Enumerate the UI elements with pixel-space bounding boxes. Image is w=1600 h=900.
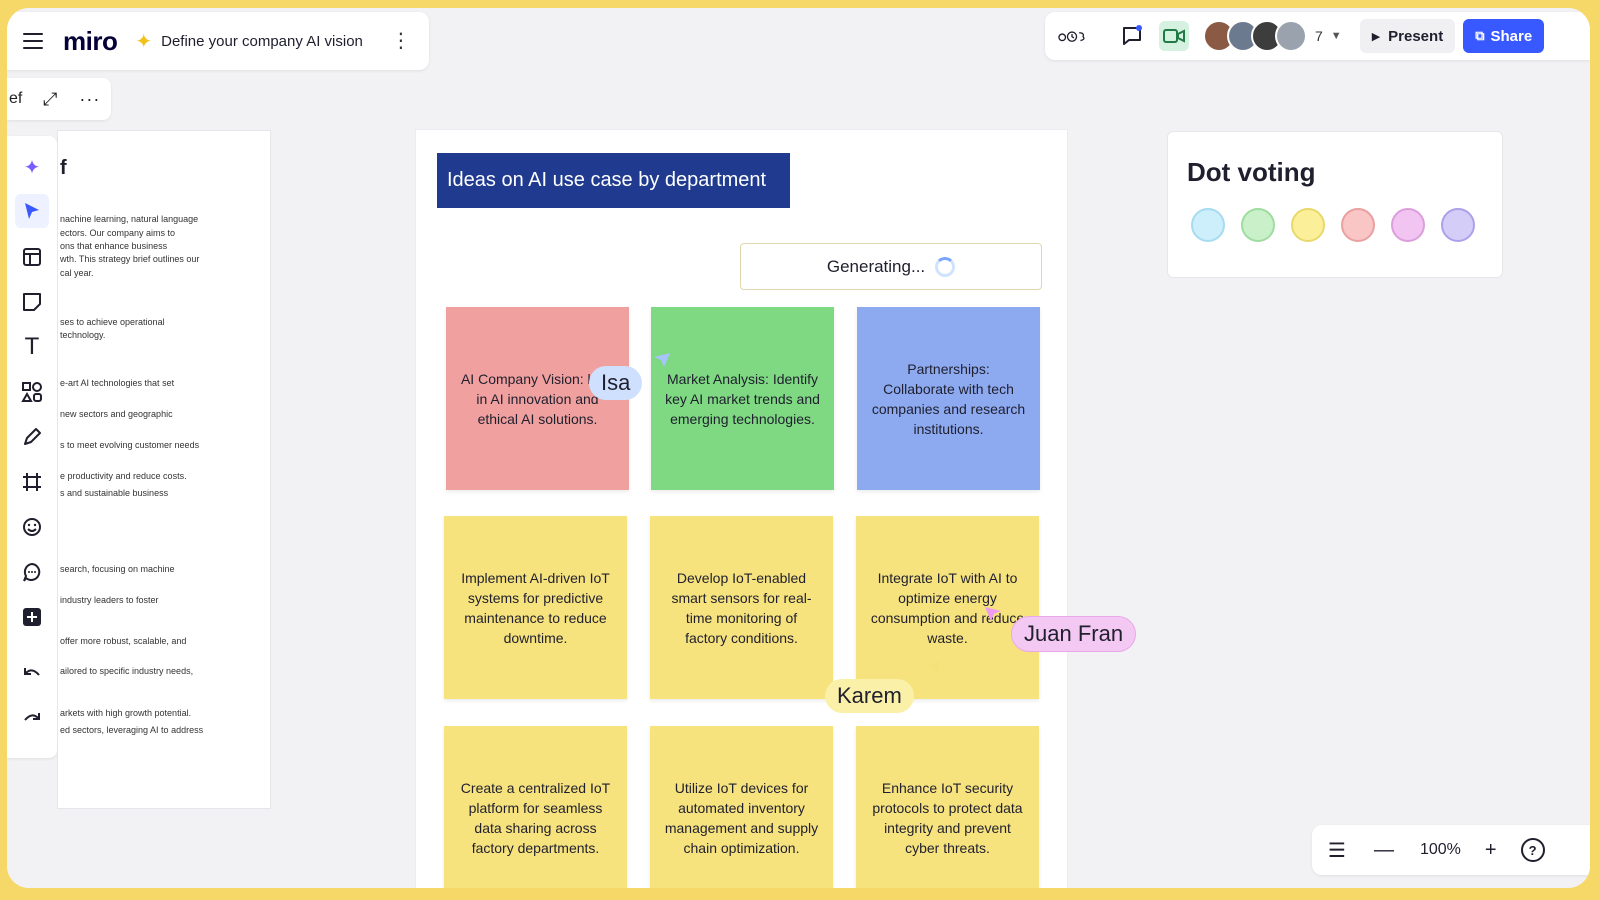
loading-spinner-icon xyxy=(935,256,956,277)
sticky-note[interactable]: Market Analysis: Identify key AI market … xyxy=(651,307,834,490)
sticky-note[interactable]: Partnerships: Collaborate with tech comp… xyxy=(857,307,1040,490)
cursor-label-juan-fran: Juan Fran xyxy=(1011,616,1137,652)
vote-dot[interactable] xyxy=(1341,208,1375,242)
cursor-arrow-icon xyxy=(654,353,670,367)
cursor-arrow-icon xyxy=(927,661,941,673)
doc-line: technology. xyxy=(60,330,106,340)
doc-line: offer more robust, scalable, and xyxy=(60,636,187,646)
list-view-icon[interactable]: ☰ xyxy=(1328,838,1346,863)
present-label: Present xyxy=(1388,27,1444,45)
cursor-label-karem: Karem xyxy=(825,679,914,713)
doc-line: arkets with high growth potential. xyxy=(60,708,192,718)
app-window: miro ✦ Define your company AI vision ⋮ e… xyxy=(7,8,1590,888)
board-canvas[interactable]: miro ✦ Define your company AI vision ⋮ e… xyxy=(7,8,1590,888)
share-icon: ⧉ xyxy=(1475,28,1485,43)
zoom-in-icon[interactable]: + xyxy=(1485,839,1497,862)
voting-dots xyxy=(1191,208,1491,242)
emoji-sticker-icon[interactable] xyxy=(15,510,49,544)
dot-voting-title: Dot voting xyxy=(1187,157,1316,187)
doc-line: cal year. xyxy=(60,268,94,278)
doc-title-fragment: ef xyxy=(9,90,23,107)
sticky-note[interactable]: Integrate IoT with AI to optimize energy… xyxy=(856,516,1039,699)
play-icon: ▶ xyxy=(1371,30,1381,43)
doc-line: ailored to specific industry needs, xyxy=(60,666,194,676)
shapes-icon[interactable] xyxy=(15,375,49,409)
app-logo: miro xyxy=(63,25,118,56)
frame-title[interactable]: Ideas on AI use case by department xyxy=(437,153,790,208)
doc-line: ons that enhance business xyxy=(60,241,168,251)
zoom-out-icon[interactable]: — xyxy=(1374,839,1394,862)
collaboration-bar: 7 ▼ ▶ Present ⧉ Share xyxy=(1045,12,1590,60)
doc-line: new sectors and geographic xyxy=(60,409,173,419)
pen-icon[interactable] xyxy=(15,420,49,454)
undo-icon[interactable] xyxy=(15,657,49,691)
select-cursor-icon[interactable] xyxy=(15,194,49,228)
doc-heading: f xyxy=(60,157,67,179)
doc-line: s and sustainable business xyxy=(60,488,169,498)
vote-dot[interactable] xyxy=(1291,208,1325,242)
doc-line: ectors. Our company aims to xyxy=(60,228,176,238)
creation-toolbar: ✦ T xyxy=(7,136,57,758)
share-label: Share xyxy=(1490,27,1533,45)
sticky-note[interactable]: Create a centralized IoT platform for se… xyxy=(444,726,627,888)
sticky-note[interactable]: Utilize IoT devices for automated invent… xyxy=(650,726,833,888)
add-more-tools-icon[interactable] xyxy=(15,600,49,634)
sparkle-icon: ✦ xyxy=(135,30,153,53)
share-button[interactable]: ⧉ Share xyxy=(1463,19,1545,53)
expand-icon[interactable]: ⤢ xyxy=(43,89,57,110)
more-options-icon[interactable]: ⋮ xyxy=(391,31,411,51)
redo-icon[interactable] xyxy=(15,702,49,736)
vote-dot[interactable] xyxy=(1191,208,1225,242)
generating-status: Generating... xyxy=(740,243,1042,290)
sticky-note[interactable]: Enhance IoT security protocols to protec… xyxy=(856,726,1039,888)
doc-mini-toolbar: ef ⤢ ··· xyxy=(7,78,111,120)
board-header: miro ✦ Define your company AI vision ⋮ xyxy=(7,12,429,70)
vote-dot[interactable] xyxy=(1241,208,1275,242)
participant-avatars[interactable] xyxy=(1203,20,1307,52)
doc-line: e-art AI technologies that set xyxy=(60,378,175,388)
text-tool-icon[interactable]: T xyxy=(15,330,49,364)
doc-line: e productivity and reduce costs. xyxy=(60,471,187,481)
sticky-note[interactable]: Implement AI-driven IoT systems for pred… xyxy=(444,516,627,699)
cursor-label-isa: Isa xyxy=(589,366,643,400)
frame-icon[interactable] xyxy=(15,465,49,499)
hamburger-menu-icon[interactable] xyxy=(23,33,43,49)
dot-voting-card[interactable]: Dot voting xyxy=(1167,131,1503,278)
participant-count[interactable]: 7 xyxy=(1315,28,1323,44)
present-button[interactable]: ▶ Present xyxy=(1359,19,1456,53)
chevron-down-icon[interactable]: ▼ xyxy=(1331,30,1342,42)
sticky-note-icon[interactable] xyxy=(15,285,49,319)
doc-line: wth. This strategy brief outlines our xyxy=(60,254,200,264)
doc-line: s to meet evolving customer needs xyxy=(60,440,200,450)
strategy-brief-doc[interactable]: f nachine learning, natural language ect… xyxy=(57,130,271,809)
vote-dot[interactable] xyxy=(1441,208,1475,242)
sticky-note[interactable]: Develop IoT-enabled smart sensors for re… xyxy=(650,516,833,699)
ai-sparkle-icon[interactable]: ✦ xyxy=(15,150,49,184)
more-horizontal-icon[interactable]: ··· xyxy=(79,89,100,110)
doc-line: industry leaders to foster xyxy=(60,595,159,605)
help-icon[interactable]: ? xyxy=(1520,838,1545,862)
cursor-arrow-icon xyxy=(985,607,1001,621)
doc-line: ses to achieve operational xyxy=(60,317,165,327)
avatar[interactable] xyxy=(1275,20,1307,52)
board-title[interactable]: Define your company AI vision xyxy=(161,33,363,50)
doc-line: nachine learning, natural language xyxy=(60,214,199,224)
video-call-icon[interactable] xyxy=(1159,21,1189,51)
comment-icon[interactable] xyxy=(15,555,49,589)
zoom-level[interactable]: 100% xyxy=(1420,841,1461,859)
zoom-controls: ☰ — 100% + ? xyxy=(1312,825,1590,875)
doc-line: search, focusing on machine xyxy=(60,564,175,574)
reactions-timer-icon[interactable] xyxy=(1057,21,1087,51)
templates-icon[interactable] xyxy=(15,240,49,274)
doc-line: ed sectors, leveraging AI to address xyxy=(60,725,204,735)
vote-dot[interactable] xyxy=(1391,208,1425,242)
generating-label: Generating... xyxy=(826,256,926,276)
chat-icon[interactable] xyxy=(1117,21,1147,51)
